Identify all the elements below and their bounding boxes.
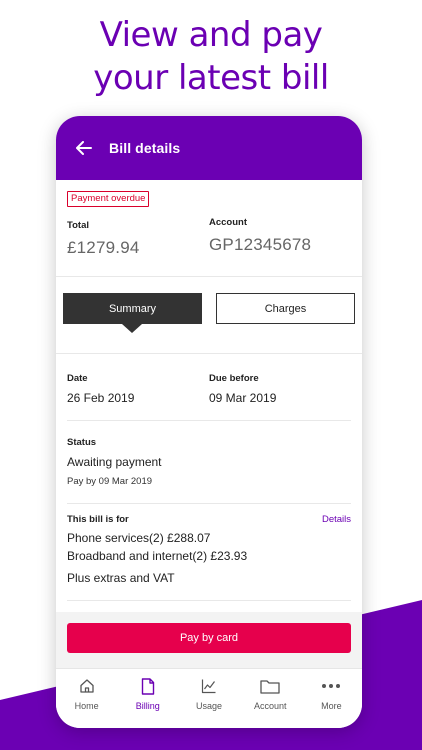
nav-label-billing: Billing bbox=[135, 701, 160, 711]
tab-indicator bbox=[122, 324, 142, 333]
total-value: £1279.94 bbox=[67, 238, 140, 257]
tab-summary[interactable]: Summary bbox=[63, 293, 202, 324]
date-value: 26 Feb 2019 bbox=[67, 391, 135, 405]
nav-label-account: Account bbox=[253, 701, 287, 711]
divider bbox=[67, 600, 351, 601]
back-button[interactable] bbox=[62, 126, 106, 170]
bill-item: Broadband and internet(2) £23.93 bbox=[67, 549, 248, 563]
divider bbox=[56, 276, 362, 277]
tab-charges[interactable]: Charges bbox=[216, 293, 355, 324]
headline-line-1: View and pay bbox=[99, 15, 323, 55]
due-label: Due before bbox=[209, 373, 259, 384]
nav-item-more[interactable]: More bbox=[301, 669, 362, 728]
folder-icon bbox=[260, 677, 280, 695]
status-subtext: Pay by 09 Mar 2019 bbox=[67, 476, 153, 487]
chart-line-icon bbox=[199, 677, 219, 695]
headline-line-2: your latest bill bbox=[93, 58, 329, 98]
due-value: 09 Mar 2019 bbox=[209, 391, 277, 405]
nav-item-billing[interactable]: Billing bbox=[117, 669, 178, 728]
details-link[interactable]: Details bbox=[322, 514, 351, 525]
divider bbox=[67, 503, 351, 504]
status-badge: Payment overdue bbox=[67, 191, 150, 207]
total-label: Total bbox=[67, 220, 89, 231]
divider bbox=[56, 353, 362, 354]
bill-content: Payment overdue Total £1279.94 Account G… bbox=[56, 180, 362, 664]
bottom-navigation: Home Billing Usage Account More bbox=[56, 668, 362, 728]
document-icon bbox=[138, 677, 158, 695]
arrow-left-icon bbox=[76, 141, 92, 155]
nav-label-home: Home bbox=[74, 701, 99, 711]
nav-item-home[interactable]: Home bbox=[56, 669, 117, 728]
nav-item-account[interactable]: Account bbox=[240, 669, 301, 728]
nav-label-more: More bbox=[321, 701, 342, 711]
more-dots-icon bbox=[321, 677, 341, 695]
phone-screen: Bill details Payment overdue Total £1279… bbox=[56, 116, 362, 728]
bill-item: Phone services(2) £288.07 bbox=[67, 531, 211, 545]
page-title: Bill details bbox=[109, 140, 181, 156]
pay-by-card-button[interactable]: Pay by card bbox=[67, 623, 351, 653]
nav-item-usage[interactable]: Usage bbox=[178, 669, 239, 728]
divider bbox=[67, 420, 351, 421]
bill-item: Plus extras and VAT bbox=[67, 571, 175, 585]
status-label: Status bbox=[67, 437, 97, 448]
app-bar: Bill details bbox=[56, 116, 362, 180]
status-value: Awaiting payment bbox=[67, 455, 162, 469]
account-value: GP12345678 bbox=[209, 235, 312, 254]
account-label: Account bbox=[209, 217, 247, 228]
date-label: Date bbox=[67, 373, 88, 384]
bill-for-label: This bill is for bbox=[67, 514, 129, 525]
nav-label-usage: Usage bbox=[196, 701, 223, 711]
home-icon bbox=[77, 677, 97, 695]
promo-headline: View and pay your latest bill bbox=[0, 14, 422, 100]
